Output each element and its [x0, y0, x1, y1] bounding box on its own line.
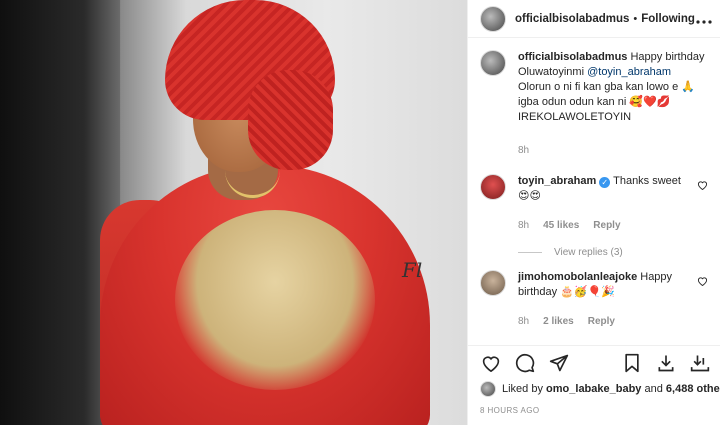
post-side-panel: officialbisolabadmus • Following officia… [467, 0, 720, 425]
following-button[interactable]: Following [641, 13, 695, 25]
caption-hashtag: IREKOLAWOLETOYIN [518, 111, 632, 123]
liked-by-prefix: Liked by [502, 383, 543, 395]
caption-author-avatar[interactable] [480, 50, 506, 76]
comments-list: officialbisolabadmus Happy birthday Oluw… [468, 38, 720, 346]
view-replies-line [518, 252, 542, 253]
view-replies-button[interactable]: View replies (3) [518, 247, 708, 258]
instagram-post: Fl officialbisolabadmus • Following offi… [0, 0, 720, 425]
reply-button[interactable]: Reply [588, 314, 615, 329]
photo-lace [175, 210, 375, 390]
post-header: officialbisolabadmus • Following [468, 0, 720, 38]
likes-summary: Liked by omo_labake_baby and 6,488 other… [480, 381, 720, 397]
commenter-avatar[interactable] [480, 270, 506, 296]
liked-by-count[interactable]: 6,488 others [666, 383, 720, 395]
comment-emoji: 😍😍 [518, 190, 541, 202]
liked-by-and: and [644, 383, 663, 395]
photographer-watermark: Fl [402, 258, 423, 282]
reply-button[interactable]: Reply [593, 218, 620, 233]
like-heart-icon[interactable] [480, 352, 502, 374]
share-paper-plane-icon[interactable] [548, 352, 570, 374]
comment-item: jimohomobolanleajoke Happy birthday 🎂🥳🎈🎉… [480, 270, 708, 329]
author-username[interactable]: officialbisolabadmus [515, 13, 629, 25]
comment-age: 8h [518, 220, 530, 231]
liker-avatar[interactable] [480, 381, 496, 397]
comment-likes[interactable]: 45 likes [543, 218, 579, 233]
comment-age: 8h [518, 316, 530, 327]
like-comment-heart-icon[interactable] [697, 180, 708, 193]
commenter-avatar[interactable] [480, 174, 506, 200]
comment-text: Thanks sweet [613, 175, 681, 187]
post-actions-bar [468, 345, 720, 379]
comment-bubble-icon[interactable] [514, 352, 536, 374]
download-icon[interactable] [655, 352, 677, 374]
more-options-icon[interactable] [696, 11, 712, 27]
caption-mention-link[interactable]: @toyin_abraham [587, 66, 671, 78]
view-replies-label: View replies (3) [554, 247, 623, 258]
commenter-username[interactable]: toyin_abraham [518, 175, 596, 187]
liked-by-user[interactable]: omo_labake_baby [546, 383, 641, 395]
like-comment-heart-icon[interactable] [697, 276, 708, 289]
caption-age: 8h [518, 145, 530, 156]
comment-likes[interactable]: 2 likes [543, 314, 574, 329]
author-avatar[interactable] [480, 5, 506, 32]
caption-text-line2: Olorun o ni fi kan gba kan lowo e 🙏 igba… [518, 81, 695, 108]
caption-username[interactable]: officialbisolabadmus [518, 51, 627, 63]
download-all-icon[interactable] [689, 352, 711, 374]
caption: officialbisolabadmus Happy birthday Oluw… [480, 50, 708, 158]
post-timestamp: 8 HOURS AGO [480, 406, 540, 415]
comment-item: toyin_abraham ✓ Thanks sweet 😍😍 8h 45 lik… [480, 174, 708, 233]
commenter-username[interactable]: jimohomobolanleajoke [518, 271, 637, 283]
save-bookmark-icon[interactable] [621, 352, 643, 374]
photo-headwrap-side [248, 70, 333, 170]
separator-dot: • [633, 12, 638, 25]
verified-badge-icon: ✓ [599, 177, 611, 188]
post-photo[interactable]: Fl [0, 0, 467, 425]
